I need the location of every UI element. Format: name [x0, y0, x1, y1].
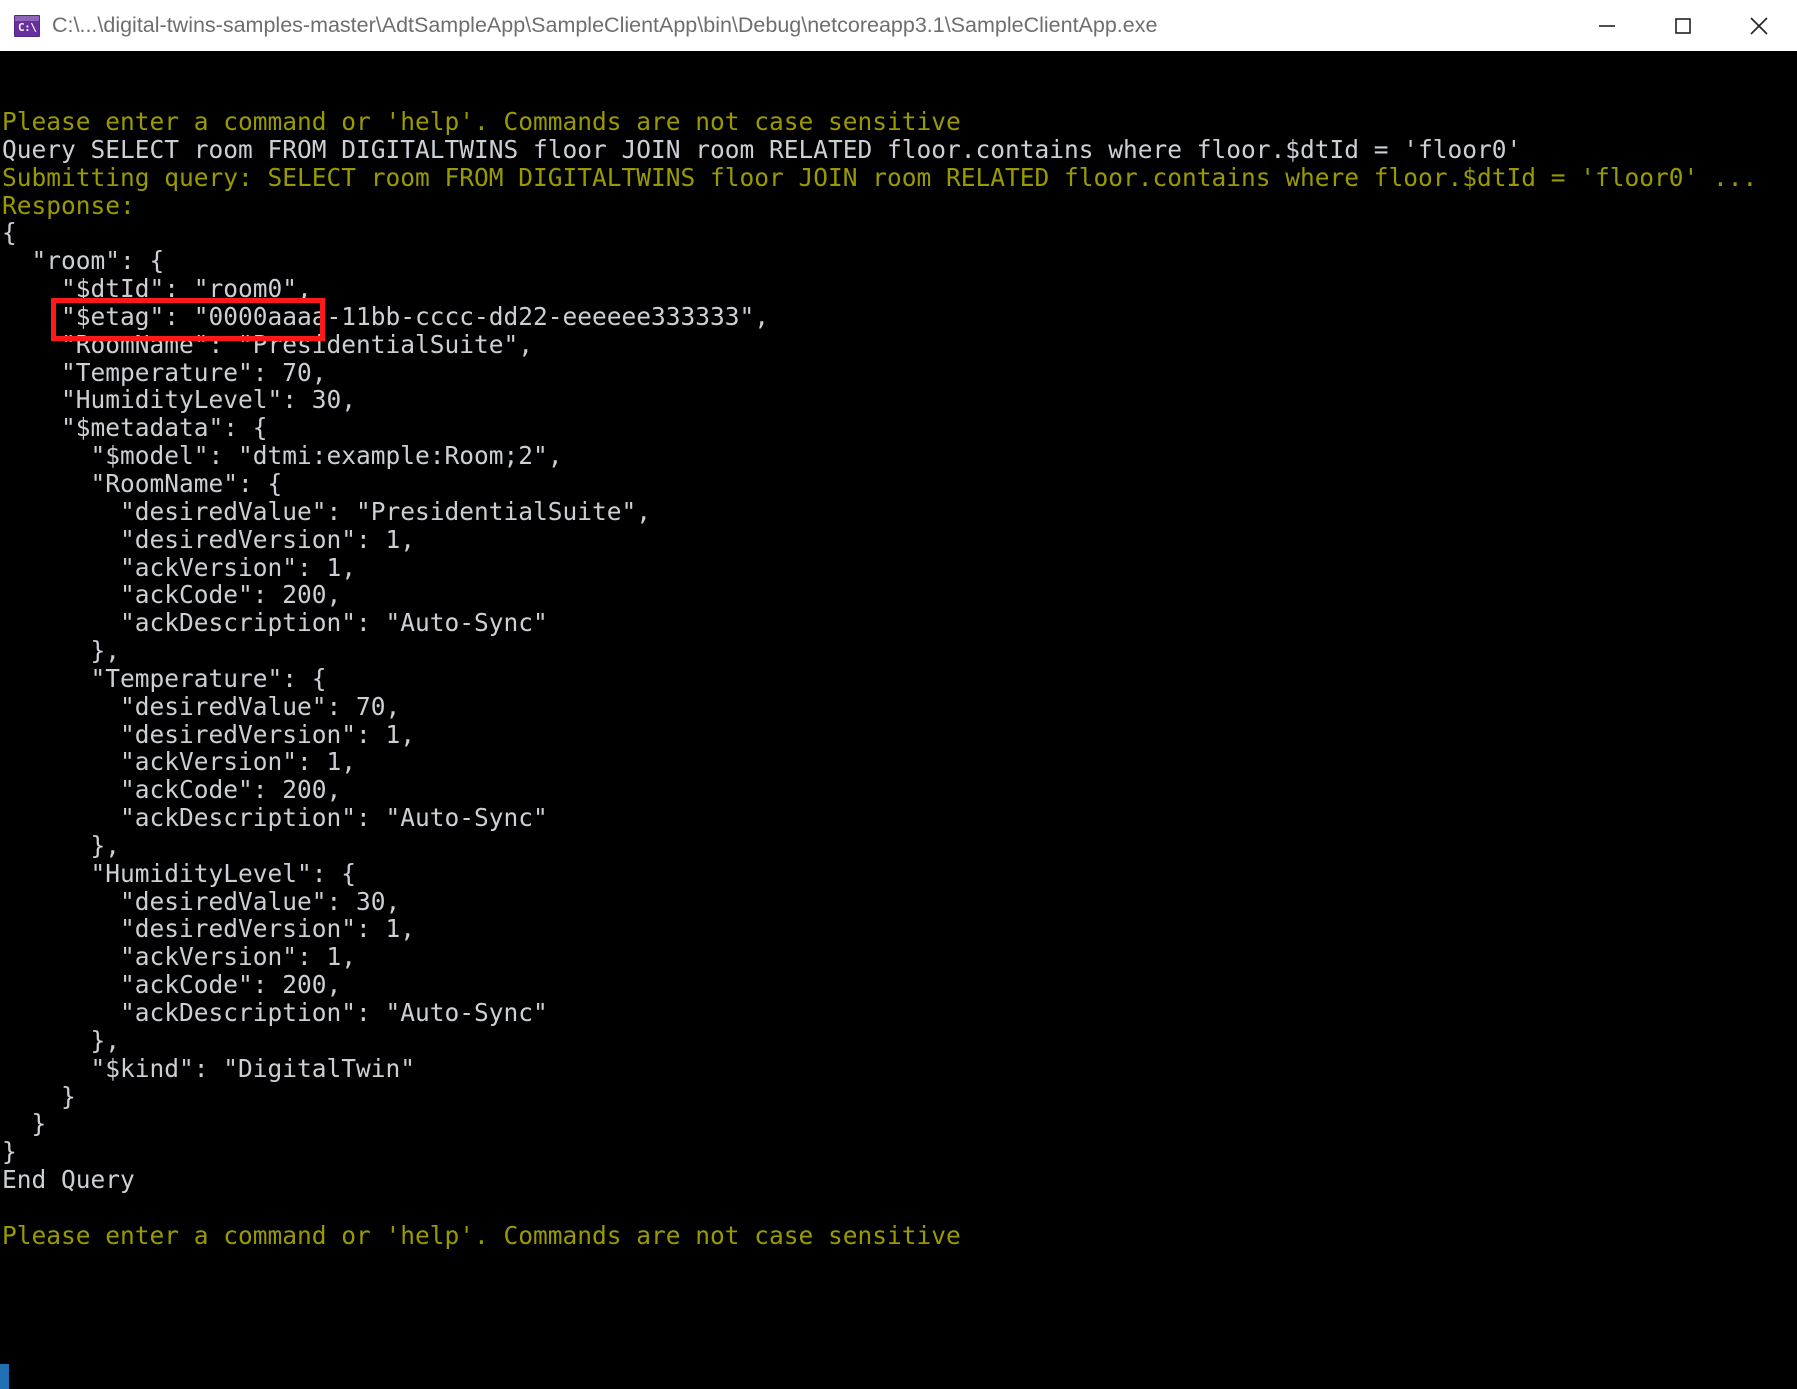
- console-line: "desiredVersion": 1,: [2, 914, 416, 944]
- window-controls: [1569, 0, 1797, 51]
- window-title-text: C:\...\digital-twins-samples-master\AdtS…: [52, 13, 1158, 37]
- console-line: "desiredValue": 30,: [2, 886, 401, 916]
- console-line: "$etag": "0000aaaa-11bb-cccc-dd22-eeeeee…: [2, 301, 770, 331]
- console-line: "ackVersion": 1,: [2, 942, 357, 972]
- console-line: }: [2, 1109, 47, 1139]
- console-line: "$model": "dtmi:example:Room;2",: [2, 441, 563, 471]
- console-line: "desiredVersion": 1,: [2, 524, 416, 554]
- console-line: "RoomName": {: [2, 468, 283, 498]
- console-line: Submitting query: SELECT room FROM DIGIT…: [2, 162, 1758, 192]
- console-line: "ackDescription": "Auto-Sync": [2, 608, 548, 638]
- console-line: "ackDescription": "Auto-Sync": [2, 998, 548, 1027]
- console-line: Please enter a command or 'help'. Comman…: [2, 107, 961, 136]
- console-line: "ackDescription": "Auto-Sync": [2, 803, 548, 833]
- console-line: "RoomName": "PresidentialSuite",: [2, 329, 534, 359]
- console-line: Please enter a command or 'help'. Comman…: [2, 1220, 961, 1250]
- console-line: "$kind": "DigitalTwin": [2, 1053, 416, 1083]
- console-line: }: [2, 1137, 17, 1167]
- console-line: Query SELECT room FROM DIGITALTWINS floo…: [2, 134, 1522, 164]
- maximize-icon: [1675, 17, 1691, 34]
- close-button[interactable]: [1721, 0, 1797, 51]
- console-line: },: [2, 636, 121, 666]
- console-line: "room": {: [2, 246, 165, 276]
- console-line: "HumidityLevel": 30,: [2, 385, 357, 415]
- window-title-bar[interactable]: C:\ C:\...\digital-twins-samples-master\…: [0, 0, 1797, 51]
- console-line: },: [2, 1025, 121, 1055]
- console-line: {: [2, 218, 17, 248]
- console-line: "desiredValue": 70,: [2, 691, 401, 721]
- console-line: "$metadata": {: [2, 413, 268, 443]
- console-output-area[interactable]: Please enter a command or 'help'. Comman…: [0, 51, 1797, 1389]
- console-line: },: [2, 830, 121, 860]
- minimize-icon: [1599, 24, 1615, 27]
- close-icon: [1750, 16, 1768, 35]
- console-line: "Temperature": 70,: [2, 357, 327, 387]
- console-line-list: Please enter a command or 'help'. Comman…: [0, 108, 1797, 1250]
- console-line: Response:: [2, 190, 135, 220]
- console-line: "ackVersion": 1,: [2, 747, 357, 777]
- console-line: "Temperature": {: [2, 663, 327, 693]
- console-line: "$dtId": "room0",: [2, 274, 312, 304]
- maximize-button[interactable]: [1645, 0, 1721, 51]
- console-line: End Query: [2, 1165, 135, 1195]
- console-line: }: [2, 1081, 76, 1111]
- console-line: "ackCode": 200,: [2, 775, 342, 805]
- minimize-button[interactable]: [1569, 0, 1645, 51]
- console-line: "ackCode": 200,: [2, 580, 342, 610]
- console-text-cursor: [0, 1364, 9, 1389]
- console-line: "ackCode": 200,: [2, 970, 342, 1000]
- console-line: "HumidityLevel": {: [2, 858, 357, 888]
- console-line: "desiredValue": "PresidentialSuite",: [2, 496, 652, 526]
- console-app-icon: C:\: [14, 14, 40, 37]
- console-line: "ackVersion": 1,: [2, 552, 357, 582]
- console-line: "desiredVersion": 1,: [2, 719, 416, 749]
- console-icon-prompt-glyph: C:\: [18, 20, 37, 34]
